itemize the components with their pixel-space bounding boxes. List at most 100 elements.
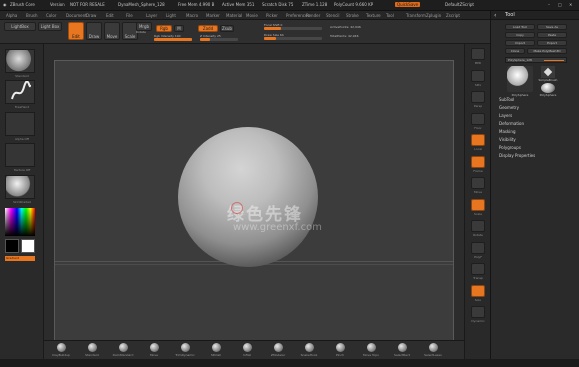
save-as-button[interactable]: Save As: [537, 24, 567, 30]
current-tool-slider[interactable]: PolySphere_128: [505, 57, 567, 63]
load-tool-button[interactable]: Load Tool: [505, 24, 535, 30]
polysphere-small-thumb[interactable]: [541, 83, 555, 93]
polysphere-model[interactable]: [178, 127, 318, 267]
alpha-thumb[interactable]: [5, 112, 35, 136]
menu-item-zscript[interactable]: Zscript: [446, 13, 460, 18]
quicksave-button[interactable]: QuickSave: [395, 2, 421, 7]
brush-snakehook-button[interactable]: SnakeHook: [296, 343, 322, 360]
menu-item-color[interactable]: Color: [46, 13, 56, 18]
brush-damstandard-button[interactable]: DamStandard: [110, 343, 136, 360]
rgb-button[interactable]: Rgb: [156, 25, 172, 32]
document-canvas[interactable]: 绿色先锋 www.greenxf.com: [54, 60, 454, 343]
app-icon[interactable]: ◉: [3, 2, 7, 7]
menu-item-picker[interactable]: Picker: [266, 13, 278, 18]
export-button[interactable]: Export: [537, 40, 567, 46]
standard-brush-thumb[interactable]: [5, 49, 35, 73]
right-shelf-solo-button[interactable]: [471, 284, 485, 297]
menu-item-movie[interactable]: Movie: [246, 13, 258, 18]
brush-selectlasso-button[interactable]: SelectLasso: [420, 343, 446, 360]
brush-standard-button[interactable]: Standard: [79, 343, 105, 360]
right-shelf-transp-button[interactable]: [471, 263, 485, 275]
right-shelf-move-button[interactable]: [471, 177, 485, 189]
freehand-stroke-thumb[interactable]: [5, 80, 35, 104]
right-shelf-dynamic-button[interactable]: [471, 306, 485, 318]
polysphere-tool-thumb[interactable]: [507, 66, 533, 92]
menu-item-document[interactable]: Document: [66, 13, 87, 18]
menu-item-render[interactable]: Render: [306, 13, 320, 18]
menu-item-brush[interactable]: Brush: [26, 13, 38, 18]
brush-move-button[interactable]: Move: [141, 343, 167, 360]
right-shelf-polyf-button[interactable]: [471, 241, 485, 254]
deformation-section[interactable]: Deformation: [499, 121, 524, 126]
color-picker[interactable]: [5, 208, 35, 236]
main-color-swatch[interactable]: [5, 239, 19, 253]
polygroups-section[interactable]: Polygroups: [499, 145, 521, 150]
brush-selectrect-button[interactable]: SelectRect: [389, 343, 415, 360]
menu-item-transform[interactable]: Transform: [406, 13, 426, 18]
draw-button[interactable]: Draw: [86, 22, 102, 40]
copy-tool-button[interactable]: Copy: [505, 32, 535, 38]
rgb-intensity-slider[interactable]: [154, 38, 192, 41]
make-polymesh-button[interactable]: Make PolyMesh3D: [527, 48, 567, 54]
lightbox-button[interactable]: LightBox: [4, 22, 36, 31]
brush-zmodeler-button[interactable]: ZModeler: [265, 343, 291, 360]
clone-button[interactable]: Clone: [505, 48, 525, 54]
brush-pinch-button[interactable]: Pinch: [327, 343, 353, 360]
right-shelf-persp-button[interactable]: [471, 91, 485, 103]
menu-item-file[interactable]: File: [126, 13, 133, 18]
secondary-color-swatch[interactable]: [21, 239, 35, 253]
edit-button[interactable]: Edit: [68, 22, 84, 40]
subtool-section[interactable]: SubTool: [499, 97, 514, 102]
display-properties-section[interactable]: Display Properties: [499, 153, 535, 158]
texture-thumb[interactable]: [5, 143, 35, 167]
brush-inflat-button[interactable]: Inflat: [234, 343, 260, 360]
menu-item-edit[interactable]: Edit: [106, 13, 114, 18]
zadd-button[interactable]: Zadd: [198, 25, 218, 32]
import-button[interactable]: Import: [505, 40, 535, 46]
right-shelf-floor-button[interactable]: [471, 112, 485, 125]
menu-item-macro[interactable]: Macro: [186, 13, 198, 18]
menu-item-tool[interactable]: Tool: [386, 13, 394, 18]
tray-arrow-icon[interactable]: ‹: [494, 12, 496, 19]
layers-section[interactable]: Layers: [499, 113, 512, 118]
draw-size-slider[interactable]: [264, 37, 322, 40]
paste-tool-button[interactable]: Paste: [537, 32, 567, 38]
focal-shift-slider[interactable]: [264, 27, 322, 30]
brush-move-topo-button[interactable]: Move Topo: [358, 343, 384, 360]
menu-item-stroke[interactable]: Stroke: [346, 13, 359, 18]
lightbox-toggle[interactable]: Light Box: [38, 22, 62, 31]
simplebrush-tool-thumb[interactable]: [541, 66, 555, 78]
m-button[interactable]: M: [174, 25, 184, 32]
move-button[interactable]: Move: [104, 22, 120, 40]
brush-trimdynamic-button[interactable]: TrimDynamic: [172, 343, 198, 360]
right-shelf-frame-button[interactable]: [471, 155, 485, 168]
minimize-icon[interactable]: –: [548, 2, 550, 7]
menu-item-layer[interactable]: Layer: [146, 13, 157, 18]
menu-item-stencil[interactable]: Stencil: [326, 13, 340, 18]
right-shelf-bpr-button[interactable]: [471, 48, 485, 60]
maximize-icon[interactable]: □: [558, 2, 562, 7]
menu-item-alpha[interactable]: Alpha: [6, 13, 17, 18]
default-zscript[interactable]: DefaultZScript: [445, 2, 474, 7]
masking-section[interactable]: Masking: [499, 129, 516, 134]
mrgb-button[interactable]: Mrgb: [136, 22, 152, 31]
material-thumb[interactable]: [5, 175, 35, 199]
gradient-button[interactable]: Gradient: [5, 256, 35, 261]
right-shelf-rotate-button[interactable]: [471, 220, 485, 232]
right-shelf-local-button[interactable]: [471, 134, 485, 146]
zsub-button[interactable]: Zsub: [220, 25, 234, 32]
right-shelf-spix-button[interactable]: [471, 69, 485, 82]
menu-item-zplugin[interactable]: Zplugin: [426, 13, 441, 18]
menu-item-marker[interactable]: Marker: [206, 13, 220, 18]
right-shelf-scale-button[interactable]: [471, 198, 485, 211]
menu-item-draw[interactable]: Draw: [86, 13, 96, 18]
menu-item-material[interactable]: Material: [226, 13, 242, 18]
brush-claybuildup-button[interactable]: ClayBuildup: [48, 343, 74, 360]
menu-item-light[interactable]: Light: [166, 13, 176, 18]
visibility-section[interactable]: Visibility: [499, 137, 516, 142]
geometry-section[interactable]: Geometry: [499, 105, 519, 110]
close-icon[interactable]: ✕: [569, 2, 572, 7]
menu-item-texture[interactable]: Texture: [366, 13, 381, 18]
z-intensity-slider[interactable]: [200, 38, 238, 41]
brush-hpolish-button[interactable]: hPolish: [203, 343, 229, 360]
